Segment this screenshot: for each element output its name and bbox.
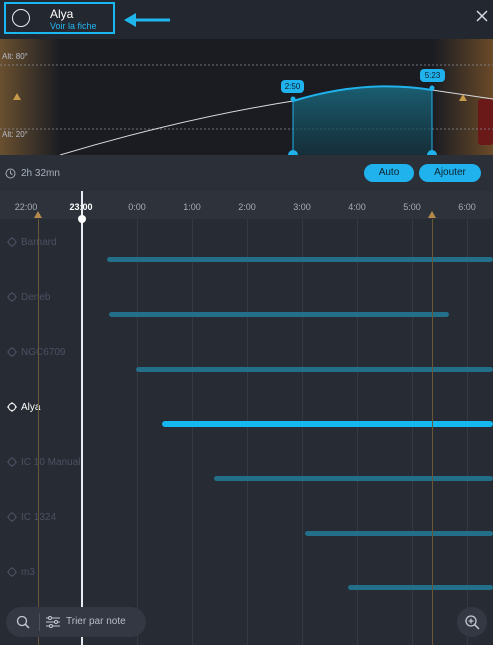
target-name: Deneb xyxy=(21,292,51,303)
target-row-selected[interactable]: Alya xyxy=(7,402,40,413)
current-time-handle[interactable] xyxy=(78,215,86,223)
zoom-in-button[interactable] xyxy=(457,607,487,637)
alt-20-label: Alt: 20° xyxy=(2,130,28,139)
add-button[interactable]: Ajouter xyxy=(419,164,481,182)
twilight-line xyxy=(432,219,433,645)
duration-toolbar: 2h 32mn Auto Ajouter xyxy=(0,155,493,191)
sort-button[interactable]: Trier par note xyxy=(66,616,126,627)
filter-icon[interactable] xyxy=(46,616,60,628)
target-icon xyxy=(7,347,17,357)
grid-line xyxy=(467,219,468,645)
grid-line xyxy=(412,219,413,645)
timeline-body: Barnard Deneb NGC6709 Alya IC 10 Manual … xyxy=(0,219,493,645)
visibility-bar[interactable] xyxy=(214,476,493,481)
visibility-bar[interactable] xyxy=(305,531,493,536)
duration-value: 2h 32mn xyxy=(21,168,60,179)
target-row[interactable]: Deneb xyxy=(7,292,50,303)
grid-line xyxy=(302,219,303,645)
target-icon xyxy=(7,512,17,522)
target-name: NGC6709 xyxy=(21,347,66,358)
altitude-chart: Alt: 80° Alt: 20° 2:50 5:23 xyxy=(0,39,493,160)
clock-icon xyxy=(5,168,16,179)
target-icon xyxy=(7,402,17,412)
target-name: m3 xyxy=(21,567,35,578)
visibility-bar[interactable] xyxy=(136,367,493,372)
target-row[interactable]: NGC6709 xyxy=(7,347,65,358)
visibility-bar[interactable] xyxy=(109,312,449,317)
divider xyxy=(39,613,40,631)
target-row[interactable]: m3 xyxy=(7,567,35,578)
target-icon xyxy=(7,567,17,577)
arrow-left-icon xyxy=(124,13,170,27)
object-selector[interactable]: Alya Voir la fiche xyxy=(4,2,115,34)
grid-line xyxy=(137,219,138,645)
tick-label: 2:00 xyxy=(238,202,256,212)
visibility-bar-active[interactable] xyxy=(162,421,493,427)
zoom-in-icon xyxy=(465,615,480,630)
grid-line xyxy=(357,219,358,645)
tick-label: 4:00 xyxy=(348,202,366,212)
timeline-header: 22:00 23:00 0:00 1:00 2:00 3:00 4:00 5:0… xyxy=(0,191,493,219)
close-icon[interactable] xyxy=(474,8,490,24)
search-icon[interactable] xyxy=(16,615,30,629)
tick-label: 5:00 xyxy=(403,202,421,212)
end-time-marker[interactable]: 5:23 xyxy=(420,71,445,80)
search-sort-bar: Trier par note xyxy=(6,607,146,637)
current-time-line xyxy=(81,191,83,645)
tick-label: 1:00 xyxy=(183,202,201,212)
start-time-marker[interactable]: 2:50 xyxy=(281,82,304,91)
grid-line xyxy=(192,219,193,645)
visibility-bar[interactable] xyxy=(107,257,493,262)
object-title: Alya xyxy=(50,7,74,21)
tick-label: 0:00 xyxy=(128,202,146,212)
target-icon xyxy=(7,292,17,302)
twilight-icon xyxy=(34,211,42,218)
target-row[interactable]: Barnard xyxy=(7,237,57,248)
header: Alya Voir la fiche xyxy=(0,0,493,39)
tick-label: 3:00 xyxy=(293,202,311,212)
target-row[interactable]: IC 10 Manual xyxy=(7,457,80,468)
grid-line xyxy=(247,219,248,645)
view-sheet-link[interactable]: Voir la fiche xyxy=(50,21,97,31)
target-icon xyxy=(7,457,17,467)
target-icon xyxy=(7,237,17,247)
visibility-bar[interactable] xyxy=(348,585,493,590)
target-row[interactable]: IC 1324 xyxy=(7,512,56,523)
tick-label: 6:00 xyxy=(458,202,476,212)
twilight-icon xyxy=(428,211,436,218)
alt-80-label: Alt: 80° xyxy=(2,52,28,61)
object-icon xyxy=(12,9,30,27)
twilight-line xyxy=(38,219,39,645)
target-name: IC 10 Manual xyxy=(21,457,81,468)
auto-button[interactable]: Auto xyxy=(364,164,414,182)
